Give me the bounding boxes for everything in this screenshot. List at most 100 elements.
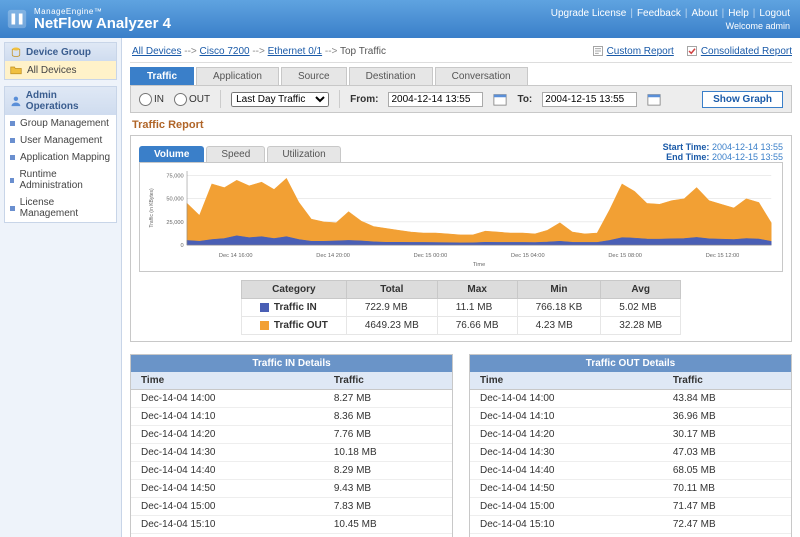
- sidebar-item-application-mapping[interactable]: Application Mapping: [5, 149, 116, 166]
- from-label: From:: [350, 94, 378, 105]
- traffic-chart: 0 25,000 50,000 75,000 Traffic (in KBytes) De…: [144, 167, 778, 267]
- report-title: Traffic Report: [130, 113, 792, 135]
- admin-ops-title: Admin Operations: [5, 87, 116, 115]
- table-row: Dec-14-04 15:007.83 MB: [131, 498, 452, 516]
- svg-text:75,000: 75,000: [166, 174, 183, 180]
- tab-conversation[interactable]: Conversation: [435, 67, 528, 85]
- header-link-feedback[interactable]: Feedback: [637, 8, 681, 19]
- main-tabs: TrafficApplicationSourceDestinationConve…: [130, 67, 792, 85]
- svg-text:Dec 14 20:00: Dec 14 20:00: [316, 253, 350, 259]
- folder-icon: [10, 64, 22, 76]
- time-range: Start Time: 2004-12-14 13:55 End Time: 2…: [663, 142, 783, 162]
- stat-row: Traffic IN722.9 MB11.1 MB766.18 KB5.02 M…: [241, 299, 680, 317]
- sidebar-item-all-devices[interactable]: All Devices: [5, 61, 116, 79]
- bullet-icon: [10, 178, 14, 183]
- admin-icon: [10, 95, 22, 107]
- tab-destination[interactable]: Destination: [349, 67, 433, 85]
- sidebar: Device Group All Devices Admin Operation…: [0, 38, 122, 537]
- admin-ops-box: Admin Operations Group ManagementUser Ma…: [4, 86, 117, 223]
- svg-text:Traffic (in KBytes): Traffic (in KBytes): [149, 188, 155, 228]
- subtab-speed[interactable]: Speed: [206, 146, 265, 162]
- details-columns: Traffic IN Details TimeTrafficDec-14-04 …: [130, 354, 792, 537]
- table-row: Dec-14-04 14:008.27 MB: [131, 390, 452, 408]
- svg-text:Dec 15 00:00: Dec 15 00:00: [414, 253, 448, 259]
- report-icon: [592, 45, 604, 57]
- table-row: Dec-14-04 14:3047.03 MB: [470, 444, 791, 462]
- device-group-box: Device Group All Devices: [4, 42, 117, 80]
- stat-row: Traffic OUT4649.23 MB76.66 MB4.23 MB32.2…: [241, 317, 680, 335]
- svg-text:50,000: 50,000: [166, 197, 183, 203]
- from-input[interactable]: [388, 92, 483, 107]
- table-row: Dec-14-04 14:207.76 MB: [131, 426, 452, 444]
- bullet-icon: [10, 155, 15, 160]
- chart-frame: 0 25,000 50,000 75,000 Traffic (in KBytes) De…: [139, 162, 783, 272]
- table-row: Dec-14-04 15:1072.47 MB: [470, 516, 791, 534]
- table-row: Dec-14-04 14:108.36 MB: [131, 408, 452, 426]
- table-row: Dec-14-04 15:2062.1 MB: [470, 534, 791, 537]
- table-row: Dec-14-04 14:0043.84 MB: [470, 390, 791, 408]
- header-link-upgrade-license[interactable]: Upgrade License: [551, 8, 627, 19]
- table-row: Dec-14-04 14:1036.96 MB: [470, 408, 791, 426]
- logo: ManageEngine™ NetFlow Analyzer 4: [6, 8, 171, 31]
- main-content: All Devices --> Cisco 7200 --> Ethernet …: [122, 38, 800, 537]
- to-input[interactable]: [542, 92, 637, 107]
- table-row: Dec-14-04 14:3010.18 MB: [131, 444, 452, 462]
- check-report-icon: [686, 45, 698, 57]
- subtab-volume[interactable]: Volume: [139, 146, 204, 162]
- netflow-logo-icon: [6, 8, 28, 30]
- header-link-logout[interactable]: Logout: [759, 8, 790, 19]
- subtab-utilization[interactable]: Utilization: [267, 146, 340, 162]
- chart-subtabs: VolumeSpeedUtilization: [139, 146, 343, 162]
- svg-text:Dec 15 12:00: Dec 15 12:00: [706, 253, 740, 259]
- tab-source[interactable]: Source: [281, 67, 347, 85]
- custom-report-link[interactable]: Custom Report: [592, 45, 674, 57]
- table-row: Dec-14-04 14:4068.05 MB: [470, 462, 791, 480]
- calendar-icon-from[interactable]: [493, 92, 507, 106]
- tab-traffic[interactable]: Traffic: [130, 67, 194, 85]
- app-header: ManageEngine™ NetFlow Analyzer 4 Upgrade…: [0, 0, 800, 38]
- svg-text:Dec 15 04:00: Dec 15 04:00: [511, 253, 545, 259]
- header-link-about[interactable]: About: [691, 8, 717, 19]
- svg-text:Time: Time: [473, 262, 485, 267]
- bullet-icon: [10, 138, 15, 143]
- breadcrumb-link[interactable]: Ethernet 0/1: [268, 46, 322, 57]
- breadcrumb-link[interactable]: Cisco 7200: [200, 46, 250, 57]
- to-label: To:: [517, 94, 532, 105]
- filter-toolbar: IN OUT Last Day Traffic From: To: Show G…: [130, 85, 792, 113]
- in-radio[interactable]: IN: [139, 93, 164, 106]
- brand-big: NetFlow Analyzer 4: [34, 16, 171, 31]
- chart-panel: VolumeSpeedUtilization Start Time: 2004-…: [130, 135, 792, 342]
- show-graph-button[interactable]: Show Graph: [702, 91, 783, 108]
- device-group-title: Device Group: [5, 43, 116, 61]
- tab-application[interactable]: Application: [196, 67, 279, 85]
- breadcrumb-link[interactable]: All Devices: [132, 46, 181, 57]
- table-row: Dec-14-04 14:509.43 MB: [131, 480, 452, 498]
- svg-text:Dec 15 08:00: Dec 15 08:00: [608, 253, 642, 259]
- table-row: Dec-14-04 14:408.29 MB: [131, 462, 452, 480]
- traffic-out-details: Traffic OUT Details TimeTrafficDec-14-04…: [469, 354, 792, 537]
- period-select[interactable]: Last Day Traffic: [231, 92, 329, 107]
- consolidated-report-link[interactable]: Consolidated Report: [686, 45, 792, 57]
- sidebar-item-group-management[interactable]: Group Management: [5, 115, 116, 132]
- out-radio[interactable]: OUT: [174, 93, 210, 106]
- breadcrumb: All Devices --> Cisco 7200 --> Ethernet …: [130, 42, 792, 63]
- calendar-icon-to[interactable]: [647, 92, 661, 106]
- svg-text:0: 0: [180, 243, 183, 249]
- sidebar-item-license-management[interactable]: License Management: [5, 194, 116, 222]
- database-icon: [10, 46, 22, 58]
- table-row: Dec-14-04 15:0071.47 MB: [470, 498, 791, 516]
- header-link-help[interactable]: Help: [728, 8, 749, 19]
- table-row: Dec-14-04 15:208.8 MB: [131, 534, 452, 537]
- svg-text:25,000: 25,000: [166, 220, 183, 226]
- welcome-text: Welcome admin: [551, 21, 790, 31]
- traffic-in-details: Traffic IN Details TimeTrafficDec-14-04 …: [130, 354, 453, 537]
- sidebar-item-user-management[interactable]: User Management: [5, 132, 116, 149]
- table-row: Dec-14-04 15:1010.45 MB: [131, 516, 452, 534]
- stats-table: CategoryTotalMaxMinAvg Traffic IN722.9 M…: [241, 280, 681, 335]
- svg-text:Dec 14 16:00: Dec 14 16:00: [219, 253, 253, 259]
- header-links: Upgrade License|Feedback|About|Help|Logo…: [551, 8, 790, 19]
- bullet-icon: [10, 206, 15, 211]
- table-row: Dec-14-04 14:5070.11 MB: [470, 480, 791, 498]
- sidebar-item-runtime-administration[interactable]: Runtime Administration: [5, 166, 116, 194]
- bullet-icon: [10, 121, 15, 126]
